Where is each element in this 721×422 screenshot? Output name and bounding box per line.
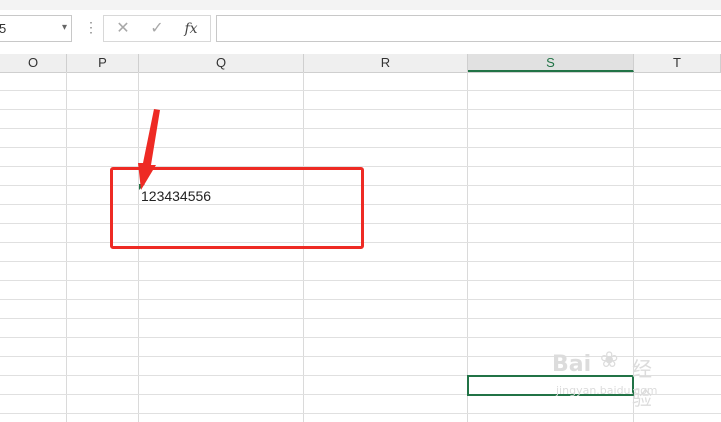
watermark-brand: Bai: [552, 352, 592, 377]
watermark-url: jingyan.baidu.com: [556, 384, 658, 397]
watermark-suffix: 经验: [632, 357, 652, 410]
paw-icon: ❀: [600, 348, 619, 373]
